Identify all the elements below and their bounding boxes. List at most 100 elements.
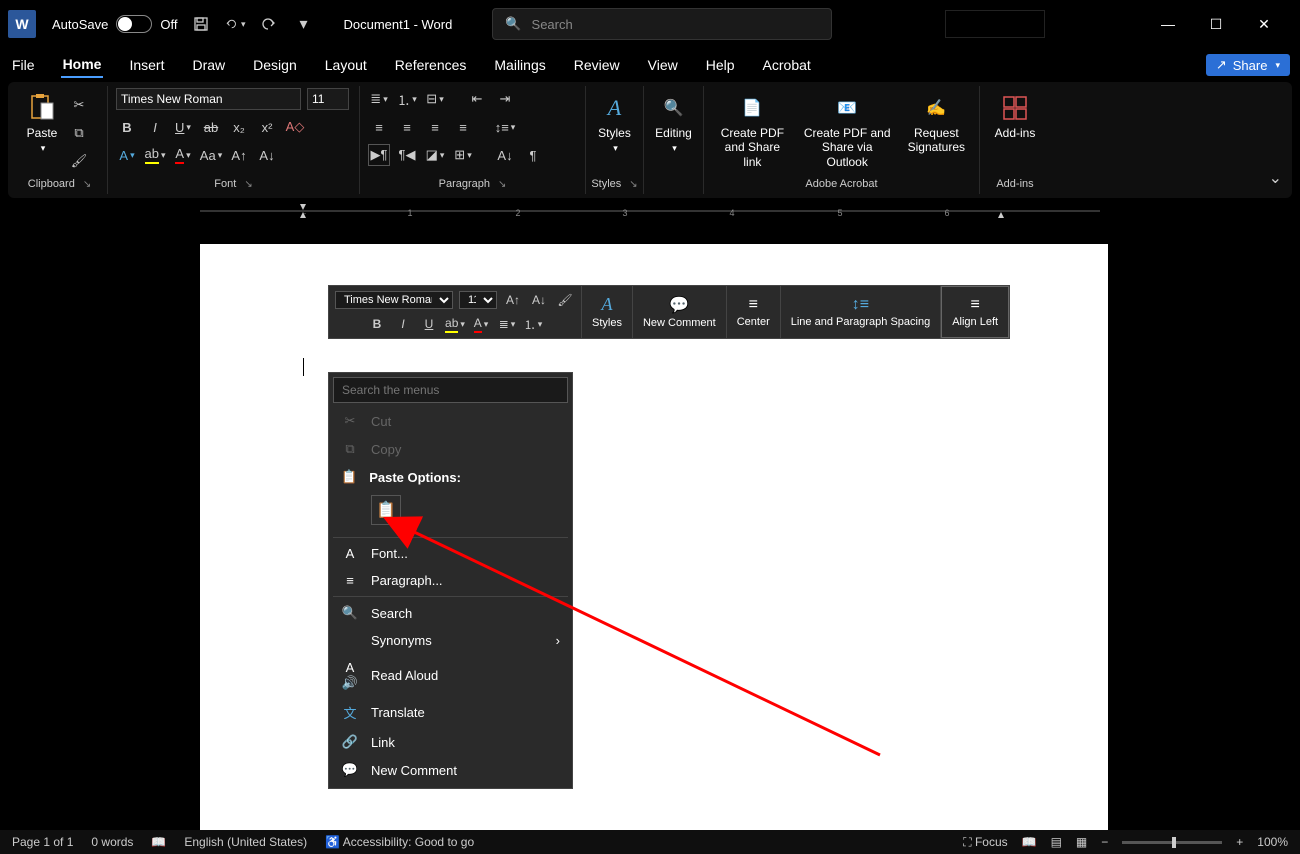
view-read-mode-icon[interactable]: 📖 <box>1022 835 1037 849</box>
text-effects-icon[interactable]: A▾ <box>116 144 138 166</box>
mini-align-left-button[interactable]: ≡ Align Left <box>948 294 1002 330</box>
multilevel-list-button[interactable]: ⊟▾ <box>424 88 446 110</box>
bullets-button[interactable]: ≣▾ <box>368 88 390 110</box>
tab-review[interactable]: Review <box>572 53 622 77</box>
grow-font-button[interactable]: A↑ <box>228 144 250 166</box>
undo-icon[interactable]: ▾ <box>225 14 245 34</box>
superscript-button[interactable]: x² <box>256 116 278 138</box>
tab-design[interactable]: Design <box>251 53 299 77</box>
tab-home[interactable]: Home <box>61 52 104 78</box>
zoom-out-button[interactable]: − <box>1101 835 1108 849</box>
cut-icon[interactable]: ✂ <box>68 94 90 116</box>
create-pdf-outlook-button[interactable]: 📧 Create PDF and Share via Outlook <box>797 88 898 173</box>
justify-button[interactable]: ≡ <box>452 116 474 138</box>
view-web-layout-icon[interactable]: ▦ <box>1076 835 1087 849</box>
numbering-button[interactable]: ⒈▾ <box>396 88 418 110</box>
addins-button[interactable]: Add-ins <box>989 88 1042 144</box>
ctx-link[interactable]: 🔗Link <box>333 728 568 756</box>
ctx-read-aloud[interactable]: A🔊Read Aloud <box>333 654 568 697</box>
increase-indent-button[interactable]: ⇥ <box>494 88 516 110</box>
clear-formatting-icon[interactable]: A◇ <box>284 116 306 138</box>
ctx-synonyms[interactable]: Synonyms› <box>333 627 568 654</box>
request-signatures-button[interactable]: ✍ Request Signatures <box>902 88 971 159</box>
horizontal-ruler[interactable]: ·123456 <box>0 200 1300 222</box>
share-button[interactable]: ↗ Share ▾ <box>1206 54 1290 76</box>
align-left-button[interactable]: ≡ <box>368 116 390 138</box>
format-painter-icon[interactable]: 🖌 <box>68 150 90 172</box>
status-words[interactable]: 0 words <box>91 835 133 849</box>
mini-format-painter-icon[interactable]: 🖌 <box>555 290 575 310</box>
bold-button[interactable]: B <box>116 116 138 138</box>
tab-acrobat[interactable]: Acrobat <box>761 53 813 77</box>
mini-new-comment-button[interactable]: 💬 New Comment <box>639 293 720 331</box>
align-right-button[interactable]: ≡ <box>424 116 446 138</box>
autosave-control[interactable]: AutoSave Off <box>52 15 177 33</box>
font-name-select[interactable] <box>116 88 301 110</box>
mini-styles-button[interactable]: A Styles <box>588 292 626 331</box>
shrink-font-button[interactable]: A↓ <box>256 144 278 166</box>
redo-icon[interactable] <box>259 14 279 34</box>
ribbon-collapse-icon[interactable]: ⌄ <box>1269 168 1282 188</box>
borders-button[interactable]: ⊞▾ <box>452 144 474 166</box>
autosave-toggle[interactable] <box>116 15 152 33</box>
mini-highlight-button[interactable]: ab▾ <box>445 314 465 334</box>
font-size-select[interactable] <box>307 88 349 110</box>
ctx-font[interactable]: AFont... <box>333 540 568 567</box>
context-menu-search[interactable] <box>333 377 568 403</box>
underline-button[interactable]: U▾ <box>172 116 194 138</box>
mini-bullets-button[interactable]: ≣▾ <box>497 314 517 334</box>
tab-file[interactable]: File <box>10 53 37 77</box>
mini-numbering-button[interactable]: ⒈▾ <box>523 314 543 334</box>
search-box[interactable]: 🔍 Search <box>492 8 832 40</box>
mini-bold-button[interactable]: B <box>367 314 387 334</box>
paste-button[interactable]: Paste▾ <box>20 88 64 159</box>
ctx-paragraph[interactable]: ≡Paragraph... <box>333 567 568 594</box>
create-pdf-share-link-button[interactable]: 📄 Create PDF and Share link <box>712 88 793 173</box>
status-focus[interactable]: ⛶ Focus <box>963 835 1007 850</box>
tab-mailings[interactable]: Mailings <box>492 53 547 77</box>
minimize-button[interactable]: — <box>1158 14 1178 34</box>
ctx-new-comment[interactable]: 💬New Comment <box>333 756 568 784</box>
change-case-button[interactable]: Aa▾ <box>200 144 222 166</box>
tab-view[interactable]: View <box>646 53 680 77</box>
paragraph-launcher[interactable]: ↘ <box>498 179 506 190</box>
line-spacing-button[interactable]: ↕≡▾ <box>494 116 516 138</box>
status-accessibility[interactable]: ♿ Accessibility: Good to go <box>325 835 474 849</box>
save-icon[interactable] <box>191 14 211 34</box>
qat-customize-icon[interactable]: ▾ <box>293 14 313 34</box>
zoom-in-button[interactable]: + <box>1236 835 1243 849</box>
zoom-slider[interactable] <box>1122 841 1222 844</box>
mini-underline-button[interactable]: U <box>419 314 439 334</box>
status-spellcheck-icon[interactable]: 📖 <box>151 835 166 849</box>
highlight-button[interactable]: ab▾ <box>144 144 166 166</box>
shading-button[interactable]: ◪▾ <box>424 144 446 166</box>
decrease-indent-button[interactable]: ⇤ <box>466 88 488 110</box>
rtl-button[interactable]: ¶◀ <box>396 144 418 166</box>
tab-layout[interactable]: Layout <box>323 53 369 77</box>
tab-draw[interactable]: Draw <box>190 53 227 77</box>
align-center-button[interactable]: ≡ <box>396 116 418 138</box>
ctx-translate[interactable]: 文Translate <box>333 697 568 728</box>
mini-font-color-button[interactable]: A▾ <box>471 314 491 334</box>
paste-keep-source-button[interactable]: 📋 <box>371 495 401 525</box>
close-button[interactable]: ✕ <box>1254 14 1274 34</box>
ctx-search[interactable]: 🔍Search <box>333 599 568 627</box>
zoom-level[interactable]: 100% <box>1257 835 1288 849</box>
account-area[interactable] <box>945 10 1045 38</box>
tab-references[interactable]: References <box>393 53 469 77</box>
tab-help[interactable]: Help <box>704 53 737 77</box>
mini-size-select[interactable]: 11 <box>459 291 497 309</box>
mini-grow-font-button[interactable]: A↑ <box>503 290 523 310</box>
mini-center-button[interactable]: ≡ Center <box>733 294 774 330</box>
view-print-layout-icon[interactable]: ▤ <box>1051 835 1062 849</box>
mini-italic-button[interactable]: I <box>393 314 413 334</box>
italic-button[interactable]: I <box>144 116 166 138</box>
strikethrough-button[interactable]: ab <box>200 116 222 138</box>
font-launcher[interactable]: ↘ <box>244 179 252 190</box>
mini-shrink-font-button[interactable]: A↓ <box>529 290 549 310</box>
mini-line-spacing-button[interactable]: ↕≡ Line and Paragraph Spacing <box>787 294 934 330</box>
styles-launcher[interactable]: ↘ <box>629 179 637 190</box>
maximize-button[interactable]: ☐ <box>1206 14 1226 34</box>
show-marks-button[interactable]: ¶ <box>522 144 544 166</box>
styles-button[interactable]: A Styles▾ <box>592 88 637 159</box>
